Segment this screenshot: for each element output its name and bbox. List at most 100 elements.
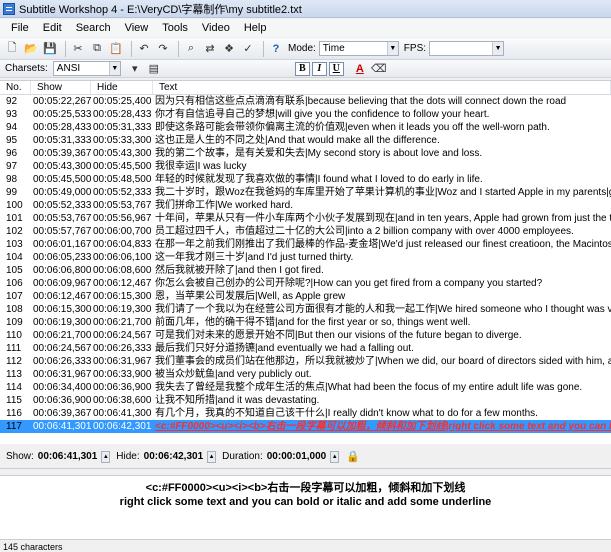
row-text: 我失去了曾经是我整个成年生活的焦点|What had been the focu… bbox=[155, 382, 583, 393]
row-text: 我们董事会的成员们站在他那边，所以我就被炒了|When we did, our … bbox=[155, 356, 611, 367]
column-header-hide[interactable]: Hide bbox=[91, 81, 153, 94]
column-header-text[interactable]: Text bbox=[153, 81, 611, 94]
spin-arrows-icon[interactable]: ▲ bbox=[207, 450, 217, 463]
spin-arrows-icon[interactable]: ▲ bbox=[101, 450, 111, 463]
row-hide-time: 00:06:41,300 bbox=[93, 408, 152, 419]
row-hide-time: 00:06:42,301 bbox=[93, 421, 152, 432]
show-time-field[interactable]: 00:06:41,301 bbox=[38, 451, 98, 462]
table-row[interactable]: 111 00:06:24,567 00:06:26,333 最后我们只好分道扬镳|an… bbox=[0, 342, 611, 355]
dropdown-icon[interactable]: ▾ bbox=[127, 61, 143, 77]
chevron-down-icon: ▼ bbox=[108, 62, 120, 75]
save-icon[interactable]: 💾 bbox=[42, 41, 58, 57]
spin-arrows-icon[interactable]: ▲ bbox=[330, 450, 340, 463]
row-text: 我们请了一个我以为在经营公司方面很有才能的人和我一起工作|We hired so… bbox=[155, 304, 611, 315]
cut-icon[interactable]: ✂ bbox=[70, 41, 86, 57]
table-row[interactable]: 106 00:06:09,967 00:06:12,467 你怎么会被自己创办的公司开… bbox=[0, 277, 611, 290]
charset-value: ANSI bbox=[56, 63, 81, 74]
table-row[interactable]: 114 00:06:34,400 00:06:36,900 我失去了曾经是我整个成年生… bbox=[0, 381, 611, 394]
replace-icon[interactable]: ⇄ bbox=[202, 41, 218, 57]
menu-video[interactable]: Video bbox=[195, 22, 237, 34]
table-row[interactable]: 97 00:05:43,300 00:05:45,500 我很幸运|I was luc… bbox=[0, 160, 611, 173]
view-options-icon[interactable]: ▤ bbox=[146, 61, 162, 77]
table-row[interactable]: 104 00:06:05,233 00:06:06,100 这一年我才刚三十岁|and… bbox=[0, 251, 611, 264]
row-hide-time: 00:05:56,967 bbox=[93, 213, 152, 224]
menu-tools[interactable]: Tools bbox=[155, 22, 195, 34]
table-row[interactable]: 94 00:05:28,433 00:05:31,333 即使这条路可能会带领你偏离主… bbox=[0, 121, 611, 134]
copy-icon[interactable]: ⧉ bbox=[89, 41, 105, 57]
row-text: 可是我们对未来的愿景开始不同|But then our visions of t… bbox=[155, 330, 522, 341]
table-row[interactable]: 117 00:06:41,301 00:06:42,301 <c:#FF0000><u… bbox=[0, 420, 611, 433]
open-folder-icon[interactable]: 📂 bbox=[23, 41, 39, 57]
undo-icon[interactable]: ↶ bbox=[136, 41, 152, 57]
menu-view[interactable]: View bbox=[118, 22, 156, 34]
format-toolbar: Charsets: ANSI ▼ ▾ ▤ B I U A ⌫ bbox=[0, 60, 611, 78]
table-row[interactable]: 103 00:06:01,167 00:06:04,833 在那一年之前我们刚推出了我… bbox=[0, 238, 611, 251]
table-row[interactable]: 101 00:05:53,767 00:05:56,967 十年间，苹果从只有一件小车… bbox=[0, 212, 611, 225]
bold-button[interactable]: B bbox=[294, 61, 310, 76]
underline-button[interactable]: U bbox=[328, 61, 344, 76]
mode-select[interactable]: Time ▼ bbox=[318, 41, 399, 56]
subtitle-list[interactable]: No. Show Hide Text 92 00:05:22,267 00:05:2… bbox=[0, 80, 611, 444]
row-number: 110 bbox=[6, 330, 22, 341]
paste-icon[interactable]: 📋 bbox=[108, 41, 124, 57]
table-row[interactable]: 116 00:06:39,367 00:06:41,300 有几个月，我真的不知道自己… bbox=[0, 407, 611, 420]
table-row[interactable]: 107 00:06:12,467 00:06:15,300 恩，当苹果公司发展后|We… bbox=[0, 290, 611, 303]
toolbar-divider bbox=[178, 40, 179, 57]
table-row[interactable]: 102 00:05:57,767 00:06:00,700 员工超过四千人，市值超过二… bbox=[0, 225, 611, 238]
row-show-time: 00:06:05,233 bbox=[33, 252, 92, 263]
table-row[interactable]: 96 00:05:39,367 00:05:43,300 我的第二个故事，是有关爱和失… bbox=[0, 147, 611, 160]
eraser-icon[interactable]: ⌫ bbox=[371, 61, 387, 77]
row-text: 十年间，苹果从只有一件小车库两个小伙子发展到现在|and in ten year… bbox=[155, 213, 611, 224]
table-row[interactable]: 100 00:05:52,333 00:05:53,767 我们拼命工作|We wor… bbox=[0, 199, 611, 212]
duration-field[interactable]: 00:00:01,000 bbox=[267, 451, 327, 462]
spellcheck-icon[interactable]: ✓ bbox=[240, 41, 256, 57]
redo-icon[interactable]: ↷ bbox=[155, 41, 171, 57]
row-hide-time: 00:06:08,600 bbox=[93, 265, 152, 276]
table-row[interactable]: 110 00:06:21,700 00:06:24,567 可是我们对未来的愿景开始不… bbox=[0, 329, 611, 342]
italic-button[interactable]: I bbox=[311, 61, 327, 76]
new-file-icon[interactable]: 🗋 bbox=[4, 41, 20, 57]
info-icon[interactable]: ❖ bbox=[221, 41, 237, 57]
help-icon[interactable]: ? bbox=[268, 41, 284, 57]
menu-help[interactable]: Help bbox=[237, 22, 274, 34]
table-row[interactable]: 113 00:06:31,967 00:06:33,900 被当众炒鱿鱼|and ve… bbox=[0, 368, 611, 381]
table-row[interactable]: 105 00:06:06,800 00:06:08,600 然后我就被开除了|and … bbox=[0, 264, 611, 277]
menu-search[interactable]: Search bbox=[69, 22, 118, 34]
row-text: 因为只有相信这些点点滴滴有联系|because believing that t… bbox=[155, 96, 567, 107]
lock-icon[interactable]: 🔒 bbox=[345, 449, 361, 465]
row-text: 前面几年，他的确干得不错|and for the first year or s… bbox=[155, 317, 471, 328]
row-text: 最后我们只好分道扬镳|and eventually we had a falli… bbox=[155, 343, 414, 354]
menu-file[interactable]: File bbox=[4, 22, 36, 34]
row-hide-time: 00:06:04,833 bbox=[93, 239, 152, 250]
table-row[interactable]: 99 00:05:49,000 00:05:52,333 我二十岁时，跟Woz在我爸妈… bbox=[0, 186, 611, 199]
row-show-time: 00:06:12,467 bbox=[33, 291, 92, 302]
charset-select[interactable]: ANSI ▼ bbox=[52, 61, 121, 76]
table-row[interactable]: 92 00:05:22,267 00:05:25,400 因为只有相信这些点点滴滴有联… bbox=[0, 95, 611, 108]
menu-edit[interactable]: Edit bbox=[36, 22, 69, 34]
mode-value: Time bbox=[322, 43, 345, 54]
duration-label: Duration: bbox=[222, 451, 263, 462]
font-color-button[interactable]: A bbox=[352, 61, 368, 77]
row-text: 被当众炒鱿鱼|and very publicly out. bbox=[155, 369, 312, 380]
column-header-show[interactable]: Show bbox=[31, 81, 91, 94]
table-row[interactable]: 108 00:06:15,300 00:06:19,300 我们请了一个我以为在经营公… bbox=[0, 303, 611, 316]
fps-select[interactable]: ▼ bbox=[429, 41, 505, 56]
table-row[interactable]: 109 00:06:19,300 00:06:21,700 前面几年，他的确干得不错|… bbox=[0, 316, 611, 329]
table-row[interactable]: 98 00:05:45,500 00:05:48,500 年轻的时候就发现了我喜欢做的… bbox=[0, 173, 611, 186]
row-text: 这也正是人生的不同之处|And that would make all the … bbox=[155, 135, 440, 146]
row-number: 100 bbox=[6, 200, 23, 211]
app-icon bbox=[3, 2, 15, 15]
row-show-time: 00:06:01,167 bbox=[33, 239, 92, 250]
search-icon[interactable]: ⌕ bbox=[183, 41, 199, 57]
list-rows: 92 00:05:22,267 00:05:25,400 因为只有相信这些点点滴滴有联… bbox=[0, 95, 611, 433]
column-header-no[interactable]: No. bbox=[0, 81, 31, 94]
hide-time-field[interactable]: 00:06:42,301 bbox=[144, 451, 204, 462]
row-number: 115 bbox=[6, 395, 22, 406]
subtitle-text-editor[interactable]: <c:#FF0000><u><i><b>右击一段字幕可以加粗，倾斜和加下划线 r… bbox=[0, 475, 611, 540]
table-row[interactable]: 112 00:06:26,333 00:06:31,967 我们董事会的成员们站在他那… bbox=[0, 355, 611, 368]
table-row[interactable]: 115 00:06:36,900 00:06:38,600 让我不知所措|and it… bbox=[0, 394, 611, 407]
charsets-label: Charsets: bbox=[5, 63, 48, 74]
table-row[interactable]: 93 00:05:25,533 00:05:28,433 你才有自信追寻自己的梦想|w… bbox=[0, 108, 611, 121]
row-hide-time: 00:06:26,333 bbox=[93, 343, 152, 354]
table-row[interactable]: 95 00:05:31,333 00:05:33,300 这也正是人生的不同之处|An… bbox=[0, 134, 611, 147]
